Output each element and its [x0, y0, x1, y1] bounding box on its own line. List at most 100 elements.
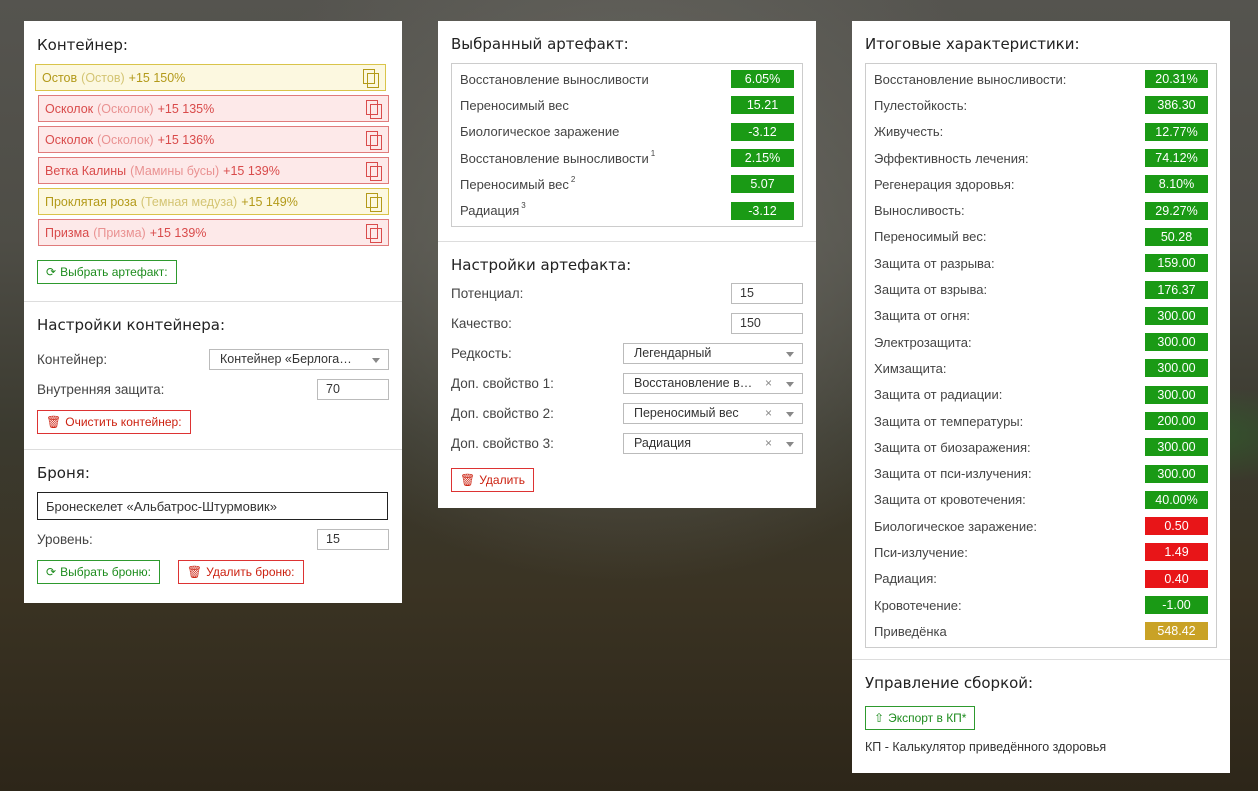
copy-icon[interactable]	[366, 162, 382, 181]
stat-value: 386.30	[1145, 96, 1208, 115]
choose-armor-label: Выбрать броню:	[60, 565, 151, 579]
stat-value: 74.12%	[1145, 149, 1208, 168]
artifact-item[interactable]: Ветка Калины (Мамины бусы) +15 139%	[38, 157, 389, 184]
stat-value: 2.15%	[731, 149, 794, 168]
prop1-select[interactable]: Восстановление в… ×	[623, 372, 803, 394]
stat-row: Радиация 3 -3.12	[460, 197, 794, 223]
prop1-label: Доп. свойство 1:	[451, 375, 554, 391]
artifact-item[interactable]: Призма (Призма) +15 139%	[38, 219, 389, 246]
stat-row: Переносимый вес: 50.28	[874, 224, 1208, 250]
container-select[interactable]: Контейнер «Берлога…	[209, 348, 389, 370]
clear-icon[interactable]: ×	[765, 436, 772, 450]
artifact-item[interactable]: Осколок (Осколок) +15 136%	[38, 126, 389, 153]
stat-label: Биологическое заражение:	[874, 518, 1037, 534]
stat-row: Радиация: 0.40	[874, 566, 1208, 592]
delete-artifact-label: Удалить	[479, 473, 526, 487]
stat-value: -3.12	[731, 201, 794, 220]
stat-value: 300.00	[1145, 359, 1208, 378]
artifact-settings-heading: Настройки артефакта:	[451, 256, 632, 274]
delete-armor-button[interactable]: 🗑 Удалить броню:	[177, 560, 304, 584]
container-settings-heading: Настройки контейнера:	[37, 316, 226, 334]
export-label: Экспорт в КП*	[888, 711, 967, 725]
stat-label: Радиация:	[874, 571, 937, 587]
chevron-down-icon	[786, 351, 794, 357]
export-footnote: КП - Калькулятор приведённого здоровья	[865, 740, 1107, 754]
artifact-item[interactable]: Остов (Остов) +15 150%	[35, 64, 386, 91]
artifact-name: Ветка Калины	[45, 163, 127, 178]
stat-value: 50.28	[1145, 227, 1208, 246]
stat-row: Защита от радиации: 300.00	[874, 382, 1208, 408]
rarity-select[interactable]: Легендарный	[623, 342, 803, 364]
stat-label: Защита от биозаражения:	[874, 439, 1031, 455]
trash-icon: 🗑	[186, 565, 203, 579]
artifact-item[interactable]: Проклятая роза (Темная медуза) +15 149%	[38, 188, 389, 215]
stat-value: -3.12	[731, 122, 794, 141]
copy-icon[interactable]	[366, 193, 382, 212]
level-input[interactable]: 15	[317, 528, 389, 550]
clear-icon[interactable]: ×	[765, 406, 772, 420]
quality-input[interactable]: 150	[731, 312, 803, 334]
stat-row: Восстановление выносливости 1 2.15%	[460, 145, 794, 171]
stat-label: Восстановление выносливости 1	[460, 148, 656, 166]
stat-value: 5.07	[731, 175, 794, 194]
potential-input[interactable]: 15	[731, 282, 803, 304]
copy-icon[interactable]	[366, 100, 382, 119]
stat-value: 29.27%	[1145, 201, 1208, 220]
stat-value: 200.00	[1145, 412, 1208, 430]
copy-icon[interactable]	[366, 131, 382, 150]
selected-artifact-stats: Восстановление выносливости 6.05% Переноси…	[451, 63, 803, 227]
prop2-select[interactable]: Переносимый вес ×	[623, 402, 803, 424]
copy-icon[interactable]	[363, 69, 379, 88]
stat-row: Эффективность лечения: 74.12%	[874, 145, 1208, 171]
stat-row: Защита от взрыва: 176.37	[874, 276, 1208, 302]
clear-icon[interactable]: ×	[765, 376, 772, 390]
prop2-label: Доп. свойство 2:	[451, 405, 554, 421]
level-label: Уровень:	[37, 531, 93, 547]
prop3-select[interactable]: Радиация ×	[623, 432, 803, 454]
armor-field[interactable]: Бронескелет «Альбатрос-Штурмовик»	[37, 492, 388, 520]
artifact-level: +15 149%	[241, 194, 298, 209]
stat-label: Приведёнка	[874, 623, 947, 639]
selected-artifact-heading: Выбранный артефакт:	[451, 35, 629, 53]
artifact-level: +15 139%	[149, 225, 207, 240]
stat-label: Защита от пси-излучения:	[874, 466, 1032, 482]
stat-row: Регенерация здоровья: 8.10%	[874, 171, 1208, 197]
armor-heading: Броня:	[37, 464, 90, 482]
choose-artifact-label: Выбрать артефакт:	[60, 265, 168, 279]
choose-artifact-button[interactable]: ⟳ Выбрать артефакт:	[37, 260, 177, 284]
artifact-subname: (Мамины бусы)	[130, 163, 220, 178]
clear-container-button[interactable]: 🗑 Очистить контейнер:	[37, 410, 191, 434]
totals-panel: Итоговые характеристики: Восстановление …	[852, 21, 1230, 773]
stat-label: Живучесть:	[874, 124, 944, 140]
artifact-level: +15 139%	[223, 163, 280, 178]
rarity-select-value: Легендарный	[634, 346, 712, 360]
stat-footnote-mark: 1	[650, 148, 656, 158]
stat-value: 40.00%	[1145, 490, 1208, 509]
stat-row: Кровотечение: -1.00	[874, 592, 1208, 618]
stat-row: Защита от температуры: 200.00	[874, 408, 1208, 434]
stat-label: Восстановление выносливости	[460, 71, 649, 87]
stat-value: 548.42	[1145, 622, 1208, 641]
artifact-subname: (Осколок)	[97, 132, 154, 147]
stat-label: Кровотечение:	[874, 597, 962, 613]
artifact-item[interactable]: Осколок (Осколок) +15 135%	[38, 95, 389, 122]
stat-row: Защита от пси-излучения: 300.00	[874, 460, 1208, 486]
stat-label: Переносимый вес	[460, 97, 569, 113]
stat-value: 300.00	[1145, 385, 1208, 404]
inner-protection-label: Внутренняя защита:	[37, 381, 165, 397]
stat-label: Защита от температуры:	[874, 413, 1024, 429]
stat-value: 0.40	[1145, 569, 1208, 588]
choose-armor-button[interactable]: ⟳ Выбрать броню:	[37, 560, 160, 584]
copy-icon[interactable]	[366, 224, 382, 243]
stat-label: Переносимый вес 2	[460, 174, 576, 192]
artifact-level: +15 150%	[128, 70, 186, 85]
stat-row: Химзащита: 300.00	[874, 355, 1208, 381]
stat-row: Живучесть: 12.77%	[874, 119, 1208, 145]
totals-stats: Восстановление выносливости: 20.31% Пулест…	[865, 63, 1217, 648]
inner-protection-input[interactable]: 70	[317, 378, 389, 400]
artifact-level: +15 135%	[157, 101, 215, 116]
export-button[interactable]: ⇧ Экспорт в КП*	[865, 706, 976, 730]
stat-label: Регенерация здоровья:	[874, 176, 1015, 192]
artifact-subname: (Остов)	[81, 70, 125, 85]
delete-artifact-button[interactable]: 🗑 Удалить	[451, 468, 535, 492]
